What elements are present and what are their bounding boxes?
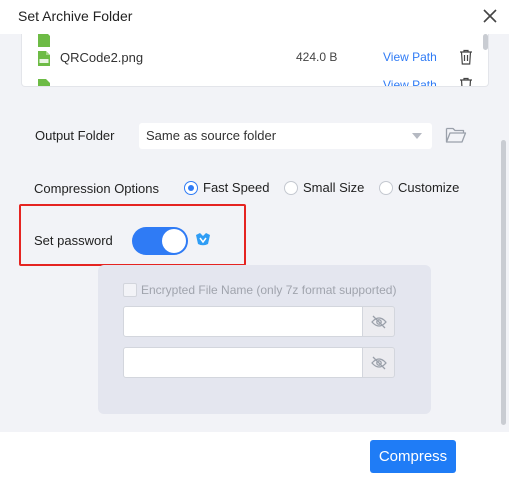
radio-label: Small Size <box>303 180 365 195</box>
radio-label: Customize <box>398 180 460 195</box>
output-folder-select[interactable]: Same as source folder <box>139 123 432 149</box>
file-size: 424.0 B <box>296 50 338 64</box>
trash-icon[interactable] <box>459 49 473 65</box>
output-folder-value: Same as source folder <box>146 128 277 143</box>
png-file-icon <box>37 50 51 67</box>
table-row[interactable]: View Path <box>22 72 482 86</box>
encrypt-filename-label: Encrypted File Name (only 7z format supp… <box>141 283 397 297</box>
output-folder-label: Output Folder <box>35 128 115 143</box>
table-row[interactable]: QRCode2.png 424.0 B View Path <box>22 44 482 72</box>
radio-button[interactable] <box>284 181 298 195</box>
password-field[interactable] <box>123 306 363 337</box>
dialog-title: Set Archive Folder <box>18 8 133 24</box>
radio-button[interactable] <box>379 181 393 195</box>
eye-off-icon[interactable] <box>363 306 395 337</box>
file-list[interactable]: QRCode2.png 424.0 B View Path View Path <box>21 34 489 87</box>
view-path-link[interactable]: View Path <box>383 78 437 86</box>
toggle-knob <box>162 229 186 253</box>
folder-icon[interactable] <box>445 125 467 145</box>
title-bar: Set Archive Folder <box>0 0 509 34</box>
confirm-password-field[interactable] <box>123 347 363 378</box>
trash-icon[interactable] <box>459 77 473 86</box>
eye-off-icon[interactable] <box>363 347 395 378</box>
scrollbar[interactable] <box>501 140 506 425</box>
compression-label: Compression Options <box>34 181 159 196</box>
radio-button[interactable] <box>184 181 198 195</box>
view-path-link[interactable]: View Path <box>383 50 437 64</box>
close-icon[interactable] <box>480 6 500 26</box>
chevron-down-icon <box>412 133 422 139</box>
list-scrollbar[interactable] <box>483 34 488 50</box>
radio-label: Fast Speed <box>203 180 270 195</box>
png-file-icon <box>37 78 51 86</box>
set-password-label: Set password <box>34 233 113 248</box>
vip-crown-icon <box>195 232 211 246</box>
encrypt-filename-checkbox[interactable] <box>123 283 137 297</box>
password-toggle[interactable] <box>132 227 188 255</box>
compress-button[interactable]: Compress <box>370 440 456 473</box>
file-name: QRCode2.png <box>60 50 144 65</box>
